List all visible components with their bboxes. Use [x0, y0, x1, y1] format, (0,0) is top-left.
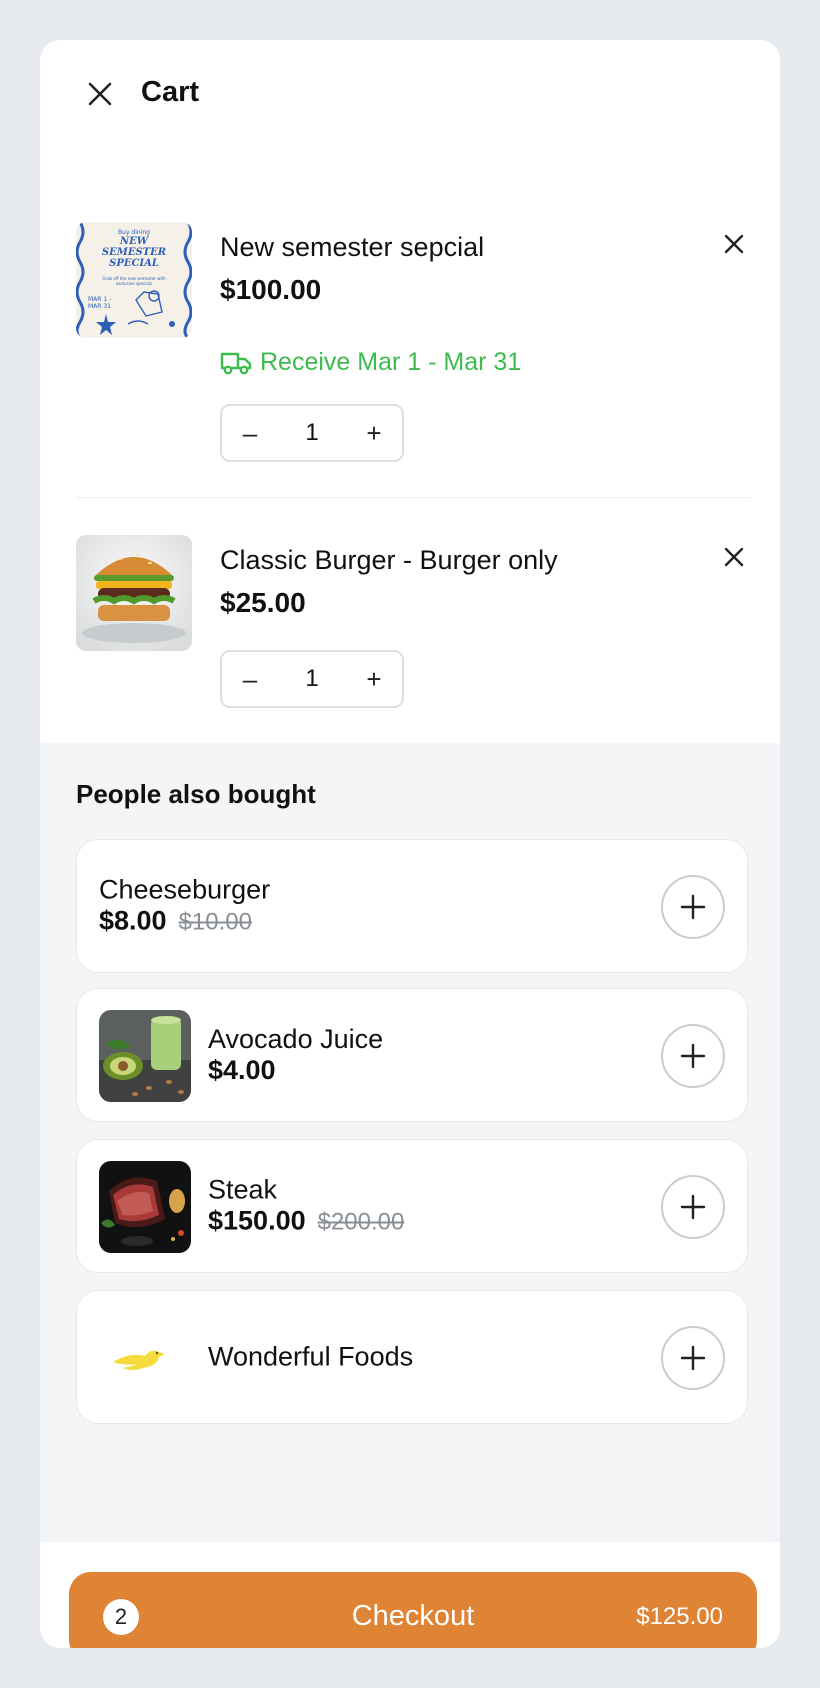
rec-text: Cheeseburger $8.00 $10.00: [99, 875, 270, 938]
cart-sheet: Cart Buy dining NEW SEMESTER SPECIAL Gra…: [40, 40, 780, 1648]
plus-icon: [680, 1345, 706, 1371]
rec-price: $4.00: [208, 1055, 276, 1085]
remove-icon[interactable]: [722, 232, 746, 256]
close-icon[interactable]: [86, 80, 114, 108]
rec-price: $8.00: [99, 905, 167, 936]
minus-icon[interactable]: –: [222, 406, 278, 460]
add-button[interactable]: [661, 875, 725, 939]
rec-price-line: $150.00 $200.00: [208, 1206, 404, 1238]
plus-icon: [680, 1043, 706, 1069]
add-button[interactable]: [661, 1326, 725, 1390]
rec-price: $150.00: [208, 1205, 306, 1236]
rec-text: Wonderful Foods: [208, 1342, 413, 1373]
item-name: New semester sepcial: [220, 232, 485, 262]
delivery-text: Receive Mar 1 - Mar 31: [260, 348, 522, 376]
item-name: Classic Burger - Burger only: [220, 545, 558, 575]
plus-icon[interactable]: +: [346, 406, 402, 460]
plus-icon[interactable]: +: [346, 652, 402, 706]
thumb-title-text: NEW SEMESTER SPECIAL: [101, 236, 167, 269]
divider: [76, 497, 750, 498]
rec-name: Steak: [208, 1174, 278, 1205]
header: Cart: [40, 40, 780, 140]
quantity-value: 1: [305, 419, 319, 446]
checkout-total: $125.00: [636, 1603, 723, 1630]
page-title: Cart: [141, 76, 200, 108]
item-price: $100.00: [220, 274, 322, 305]
delivery-window: Receive Mar 1 - Mar 31: [220, 348, 521, 377]
rec-name: Wonderful Foods: [208, 1341, 414, 1372]
rec-name: Cheeseburger: [99, 874, 271, 905]
quantity-stepper: – 1 +: [220, 650, 404, 708]
quantity-value: 1: [305, 665, 319, 692]
product-thumbnail: Buy dining NEW SEMESTER SPECIAL Grab off…: [76, 222, 192, 338]
footer: 2 Checkout $125.00: [40, 1542, 780, 1648]
product-thumbnail: [76, 535, 192, 651]
plus-icon: [680, 894, 706, 920]
remove-icon[interactable]: [722, 545, 746, 569]
recommendation-card[interactable]: Wonderful Foods: [76, 1290, 748, 1424]
thumb-sub-text: Grab off the new semester with exclusive…: [102, 276, 166, 286]
cart-item: Buy dining NEW SEMESTER SPECIAL Grab off…: [76, 222, 750, 462]
recommendation-card[interactable]: Cheeseburger $8.00 $10.00: [76, 839, 748, 973]
recommendation-card[interactable]: Avocado Juice $4.00: [76, 988, 748, 1122]
add-button[interactable]: [661, 1024, 725, 1088]
bird-logo: [99, 1312, 191, 1404]
rec-name: Avocado Juice: [208, 1024, 384, 1054]
checkout-button[interactable]: 2 Checkout $125.00: [69, 1572, 757, 1648]
thumb-dates-text: MAR 1 - MAR 31: [88, 296, 112, 310]
quantity-stepper: – 1 +: [220, 404, 404, 462]
recommendations-panel: People also bought Cheeseburger $8.00 $10…: [40, 743, 780, 1542]
rec-text: Steak $150.00 $200.00: [208, 1175, 404, 1238]
rec-old-price: $200.00: [317, 1208, 405, 1236]
plus-icon: [680, 1194, 706, 1220]
recommendation-card[interactable]: Steak $150.00 $200.00: [76, 1139, 748, 1273]
add-button[interactable]: [661, 1175, 725, 1239]
rec-price-line: $8.00 $10.00: [99, 906, 270, 938]
minus-icon[interactable]: –: [222, 652, 278, 706]
product-thumbnail: [99, 1010, 191, 1102]
thumb-top-text: Buy dining: [118, 229, 150, 236]
section-title: People also bought: [76, 779, 316, 809]
item-price: $25.00: [220, 587, 306, 618]
rec-old-price: $10.00: [178, 908, 252, 936]
rec-text: Avocado Juice $4.00: [208, 1024, 383, 1086]
truck-icon: [220, 352, 252, 374]
product-thumbnail: [99, 1161, 191, 1253]
cart-item: Classic Burger - Burger only $25.00 – 1 …: [76, 535, 750, 715]
